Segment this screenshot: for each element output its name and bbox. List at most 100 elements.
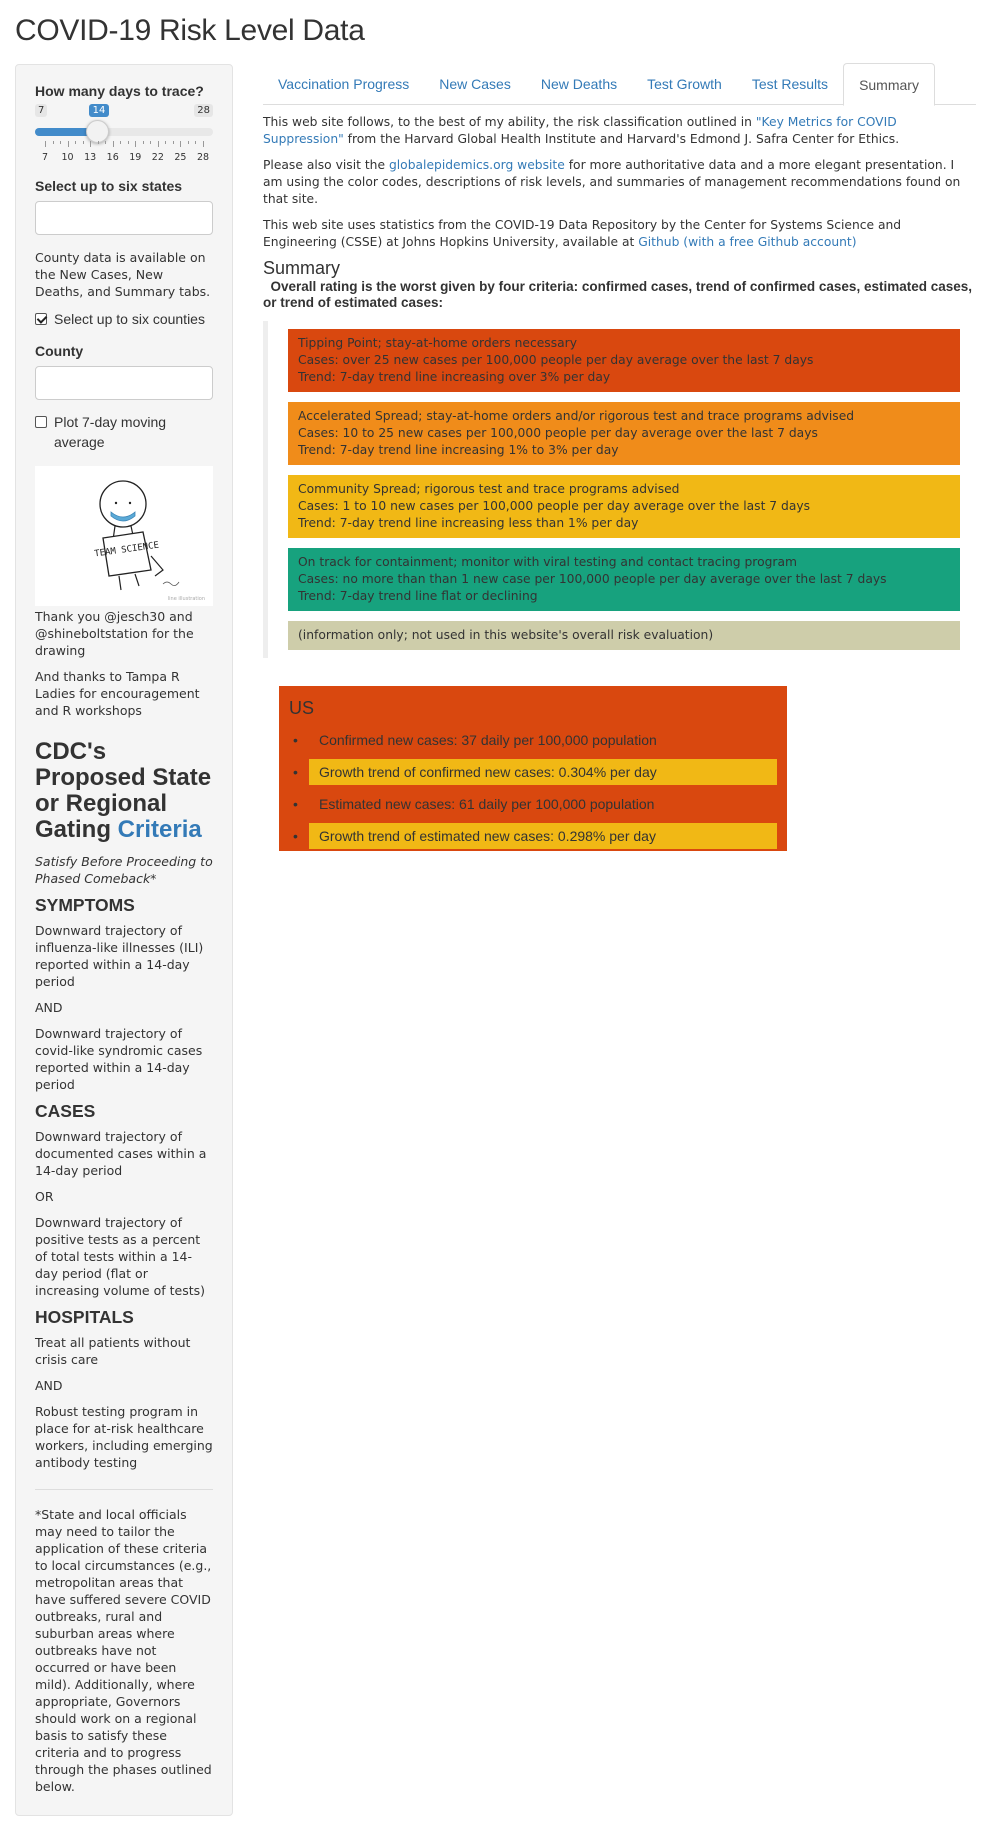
slider-tick — [187, 141, 189, 144]
criteria-item: Robust testing program in place for at-r… — [35, 1404, 213, 1470]
slider-tick-label: 16 — [106, 152, 119, 163]
slider-min-label: 7 — [35, 104, 48, 117]
criteria-connector: OR — [35, 1189, 54, 1204]
criteria-section-heading: CASES — [35, 1101, 96, 1121]
criteria-item: Downward trajectory of positive tests as… — [35, 1215, 205, 1298]
risk-level-community-spread: Community Spread; rigorous test and trac… — [288, 475, 960, 538]
divider — [35, 1489, 213, 1490]
risk-level-cases: Cases: over 25 new cases per 100,000 peo… — [298, 353, 814, 367]
us-summary-title: US — [289, 698, 315, 718]
slider-tick — [90, 141, 92, 147]
us-summary-list: Confirmed new cases: 37 daily per 100,00… — [289, 727, 777, 849]
slider-tick — [150, 141, 152, 144]
days-label: How many days to trace? — [35, 83, 204, 99]
criteria-item: Downward trajectory of documented cases … — [35, 1129, 207, 1178]
states-input[interactable] — [35, 201, 213, 235]
risk-level-cases: Cases: 10 to 25 new cases per 100,000 pe… — [298, 426, 818, 440]
slider-tick — [82, 141, 84, 144]
slider-tick — [52, 141, 54, 144]
slider-tick — [142, 141, 144, 144]
tab-test-results[interactable]: Test Results — [737, 63, 843, 105]
summary-panel: This web site follows, to the best of my… — [263, 114, 976, 851]
slider-handle[interactable] — [86, 120, 110, 143]
days-slider[interactable]: 7 28 14 7 10 13 16 19 22 25 28 — [35, 104, 213, 163]
moving-avg-checkbox-row[interactable]: Plot 7-day moving average — [35, 412, 213, 452]
intro-paragraph-2: Please also visit the globalepidemics.or… — [263, 157, 976, 208]
tab-vaccination-progress[interactable]: Vaccination Progress — [263, 63, 424, 105]
slider-tick — [127, 141, 129, 144]
slider-tick-label: 7 — [41, 152, 49, 163]
risk-level-cases: Cases: no more than than 1 new case per … — [298, 572, 887, 586]
counties-checkbox-row[interactable]: Select up to six counties — [35, 309, 213, 329]
us-confirmed-cases: Confirmed new cases: 37 daily per 100,00… — [293, 727, 777, 753]
tab-summary[interactable]: Summary — [843, 63, 935, 106]
intro-paragraph-1: This web site follows, to the best of my… — [263, 114, 976, 148]
globalepidemics-link[interactable]: globalepidemics.org website — [389, 158, 565, 172]
moving-avg-checkbox[interactable] — [35, 416, 47, 428]
criteria-item: Treat all patients without crisis care — [35, 1335, 191, 1367]
moving-avg-label: Plot 7-day moving average — [54, 414, 167, 450]
github-link[interactable]: Github (with a free Github account) — [638, 235, 856, 249]
thanks-ladies: And thanks to Tampa R Ladies for encoura… — [35, 669, 200, 718]
slider-tick — [112, 141, 114, 147]
cdc-criteria-heading: CDC's Proposed State or Regional Gating … — [35, 739, 213, 843]
risk-level-legend: Tipping Point; stay-at-home orders neces… — [263, 321, 976, 658]
criteria-link[interactable]: Criteria — [118, 816, 202, 843]
risk-level-trend: Trend: 7-day trend line increasing less … — [298, 516, 639, 530]
criteria-hospitals-section: HOSPITALS Treat all patients without cri… — [35, 1307, 213, 1471]
intro-text: Please also visit the — [263, 158, 389, 172]
county-label: County — [35, 343, 84, 359]
slider-tick — [172, 141, 174, 144]
thanks-drawing: Thank you @jesch30 and @shineboltstation… — [35, 609, 194, 658]
slider-tick — [165, 141, 167, 144]
slider-tick-label: 25 — [174, 152, 187, 163]
tab-new-cases[interactable]: New Cases — [424, 63, 526, 105]
slider-tick — [195, 141, 197, 144]
team-science-drawing: TEAM SCIENCE line illustration — [35, 466, 213, 606]
criteria-cases-section: CASES Downward trajectory of documented … — [35, 1101, 213, 1299]
states-label: Select up to six states — [35, 178, 183, 194]
cdc-criteria-subtitle: Satisfy Before Proceeding to Phased Come… — [35, 854, 213, 886]
risk-level-trend: Trend: 7-day trend line flat or declinin… — [298, 589, 538, 603]
slider-tick — [180, 141, 182, 147]
risk-level-title: (information only; not used in this webs… — [298, 628, 714, 642]
slider-tick-label: 10 — [61, 152, 74, 163]
risk-level-trend: Trend: 7-day trend line increasing 1% to… — [298, 443, 619, 457]
slider-tick — [60, 141, 62, 144]
risk-level-information-only: (information only; not used in this webs… — [288, 621, 960, 650]
us-summary-card: US Confirmed new cases: 37 daily per 100… — [279, 686, 787, 851]
summary-heading: Summary — [263, 258, 341, 278]
risk-level-on-track: On track for containment; monitor with v… — [288, 548, 960, 611]
us-estimated-cases: Estimated new cases: 61 daily per 100,00… — [293, 791, 777, 817]
drawing-credit: line illustration — [168, 596, 205, 602]
sidebar: How many days to trace? 7 28 14 7 10 13 16 1… — [15, 64, 233, 1816]
county-input[interactable] — [35, 366, 213, 400]
slider-tick — [75, 141, 77, 144]
slider-tick — [135, 141, 137, 147]
slider-tick-label: 28 — [196, 152, 210, 163]
intro-text: from the Harvard Global Health Institute… — [343, 132, 900, 146]
slider-tick-label: 22 — [151, 152, 164, 163]
slider-tick — [203, 141, 204, 147]
app-title: COVID-19 Risk Level Data — [15, 14, 365, 47]
counties-checkbox[interactable] — [35, 313, 47, 325]
slider-tick — [105, 141, 107, 144]
criteria-item: Downward trajectory of covid-like syndro… — [35, 1026, 203, 1092]
team-science-illustration: TEAM SCIENCE line illustration — [94, 480, 205, 602]
counties-checkbox-label: Select up to six counties — [54, 311, 205, 327]
tab-test-growth[interactable]: Test Growth — [632, 63, 737, 105]
criteria-connector: AND — [35, 1378, 63, 1393]
risk-level-title: Tipping Point; stay-at-home orders neces… — [298, 336, 577, 350]
us-confirmed-trend: Growth trend of confirmed new cases: 0.3… — [293, 759, 777, 785]
slider-value-label: 14 — [88, 104, 110, 117]
county-note: County data is available on the New Case… — [35, 250, 211, 299]
criteria-section-heading: HOSPITALS — [35, 1307, 134, 1327]
slider-tick — [45, 141, 46, 147]
criteria-section-heading: SYMPTOMS — [35, 895, 135, 915]
tab-bar: Vaccination Progress New Cases New Death… — [263, 63, 976, 106]
overall-rating-text: Overall rating is the worst given by fou… — [263, 279, 976, 311]
slider-tick-label: 19 — [129, 152, 142, 163]
overall-rating-label: Overall rating is the worst given by fou… — [263, 279, 973, 310]
tab-new-deaths[interactable]: New Deaths — [526, 63, 632, 105]
slider-tick — [120, 141, 122, 144]
